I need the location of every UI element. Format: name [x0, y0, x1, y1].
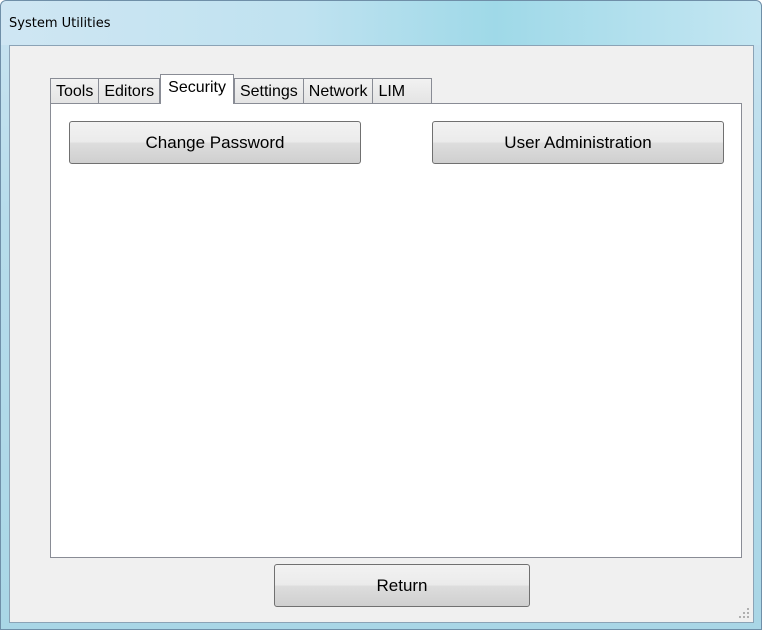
tab-network[interactable]: Network [302, 78, 374, 104]
return-button[interactable]: Return [274, 564, 530, 607]
security-tab-panel: Change Password User Administration [50, 103, 742, 558]
user-administration-button[interactable]: User Administration [432, 121, 724, 164]
title-bar[interactable]: System Utilities [1, 1, 761, 45]
window-title: System Utilities [9, 16, 111, 31]
tab-security[interactable]: Security [160, 74, 234, 104]
tab-lim[interactable]: LIM [372, 78, 433, 104]
tab-strip: Tools Editors Security Settings Network … [50, 74, 433, 104]
tab-settings[interactable]: Settings [233, 78, 304, 104]
resize-grip-icon[interactable] [738, 607, 750, 619]
change-password-button[interactable]: Change Password [69, 121, 361, 164]
system-utilities-window: System Utilities Tools Editors Security … [0, 0, 762, 630]
tab-editors[interactable]: Editors [98, 78, 161, 104]
dialog-client-area: Tools Editors Security Settings Network … [9, 45, 754, 623]
tab-tools[interactable]: Tools [50, 78, 100, 104]
